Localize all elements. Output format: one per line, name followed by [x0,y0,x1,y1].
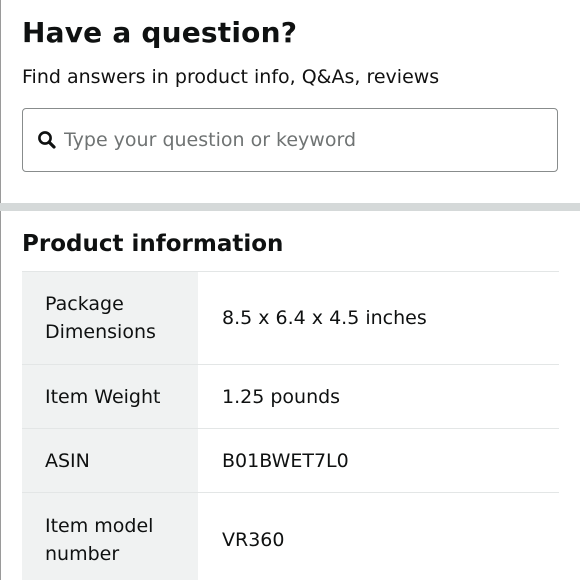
table-row: Package Dimensions 8.5 x 6.4 x 4.5 inche… [22,271,559,365]
row-value-item-weight: 1.25 pounds [198,364,559,429]
row-value-package-dimensions: 8.5 x 6.4 x 4.5 inches [198,271,559,365]
question-title: Have a question? [22,16,298,49]
table-row: Item model number VR360 [22,492,559,580]
table-row: ASIN B01BWET7L0 [22,428,559,493]
product-information-title: Product information [22,231,284,257]
row-label-item-weight: Item Weight [22,364,198,429]
row-label-item-model-number: Item model number [22,492,198,580]
question-subtitle: Find answers in product info, Q&As, revi… [22,66,440,88]
search-icon [36,129,58,151]
section-divider [0,203,580,211]
question-search-input[interactable] [64,129,534,151]
question-search-box[interactable] [22,108,558,172]
table-row: Item Weight 1.25 pounds [22,364,559,429]
row-label-asin: ASIN [22,428,198,493]
row-value-item-model-number: VR360 [198,492,559,580]
row-label-package-dimensions: Package Dimensions [22,271,198,365]
product-page-fragment: Have a question? Find answers in product… [0,0,580,580]
row-value-asin: B01BWET7L0 [198,428,559,493]
product-information-table: Package Dimensions 8.5 x 6.4 x 4.5 inche… [22,271,559,580]
question-section: Have a question? Find answers in product… [0,0,580,203]
